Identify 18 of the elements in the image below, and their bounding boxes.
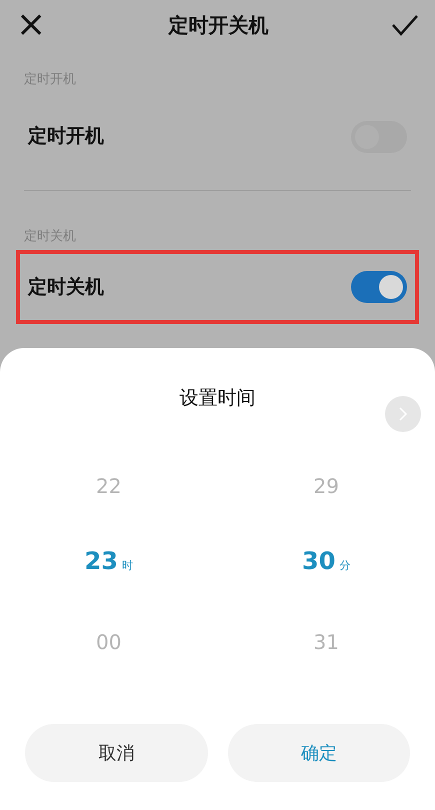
setting-row[interactable]: 定时关机	[16, 250, 419, 324]
time-option[interactable]: 29	[314, 470, 339, 500]
time-option[interactable]: 22	[96, 470, 122, 500]
row-title: 定时关机	[28, 274, 104, 300]
checkmark-icon[interactable]	[391, 13, 419, 37]
toggle-switch[interactable]	[351, 271, 407, 303]
setting-row[interactable]: 定时开机	[16, 100, 419, 174]
cancel-button[interactable]: 取消	[25, 724, 208, 782]
page-title: 定时开关机	[168, 12, 268, 39]
time-option[interactable]: 23 时	[84, 548, 133, 578]
time-option[interactable]: 31	[314, 626, 339, 656]
sheet-title: 设置时间	[180, 386, 256, 411]
row-title: 定时开机	[28, 124, 104, 150]
close-button[interactable]: ×	[16, 7, 46, 43]
confirm-button[interactable]: 确定	[228, 724, 410, 782]
chevron-right-icon	[398, 407, 408, 421]
time-option[interactable]: 30 分	[302, 548, 350, 578]
time-option[interactable]: 00	[96, 626, 122, 656]
